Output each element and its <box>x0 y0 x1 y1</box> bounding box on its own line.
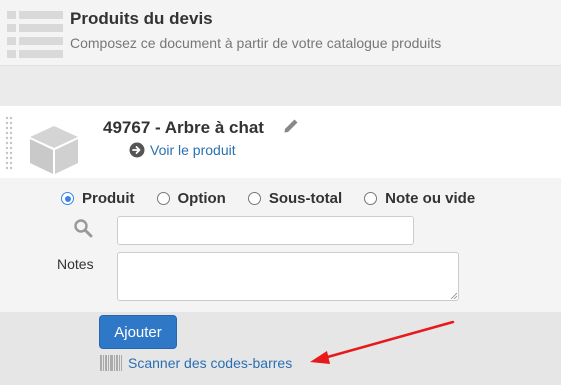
drag-handle-icon[interactable] <box>5 116 13 172</box>
resize-grip-icon[interactable] <box>450 292 457 299</box>
product-search-input[interactable] <box>117 216 414 245</box>
radio-button[interactable] <box>247 192 261 205</box>
section-header: Produits du devis Composez ce document à… <box>0 0 561 66</box>
radio-label: Sous-total <box>268 190 343 207</box>
radio-label: Note ou vide <box>385 190 476 207</box>
page-title: Produits du devis <box>70 9 213 28</box>
view-product-link[interactable]: Voir le produit <box>129 142 236 158</box>
annotation-arrow <box>310 320 455 364</box>
view-product-label: Voir le produit <box>150 142 236 158</box>
radio-note-ou-vide[interactable]: Note ou vide <box>364 190 475 207</box>
page-subtitle: Composez ce document à partir de votre c… <box>70 35 442 51</box>
list-icon <box>7 11 63 58</box>
box-icon <box>30 126 78 174</box>
product-line: 49767 - Arbre à chat Voir le produit <box>0 106 561 178</box>
line-form: Produit Option Sous-total Note ou vide N… <box>0 178 561 312</box>
line-type-radio-group: Produit Option Sous-total Note ou vide <box>61 190 497 207</box>
form-footer: Ajouter Scanner des codes-barres <box>0 312 561 385</box>
scan-barcodes-label: Scanner des codes-barres <box>128 355 293 371</box>
spacer <box>0 66 561 106</box>
notes-textarea[interactable] <box>117 252 459 301</box>
search-icon <box>74 219 93 238</box>
radio-produit[interactable]: Produit <box>61 190 135 207</box>
notes-label: Notes <box>57 256 94 272</box>
radio-sous-total[interactable]: Sous-total <box>247 190 343 207</box>
barcode-icon <box>100 355 122 371</box>
arrow-circle-right-icon <box>129 142 145 158</box>
scan-barcodes-link[interactable]: Scanner des codes-barres <box>100 355 292 371</box>
radio-label: Option <box>177 190 226 207</box>
radio-button-checked[interactable] <box>61 192 74 205</box>
radio-button[interactable] <box>156 192 170 205</box>
radio-label: Produit <box>82 190 135 207</box>
product-title: 49767 - Arbre à chat <box>103 118 264 137</box>
pencil-icon[interactable] <box>283 118 299 134</box>
radio-button[interactable] <box>364 192 378 205</box>
radio-option[interactable]: Option <box>156 190 226 207</box>
add-button[interactable]: Ajouter <box>99 315 177 349</box>
